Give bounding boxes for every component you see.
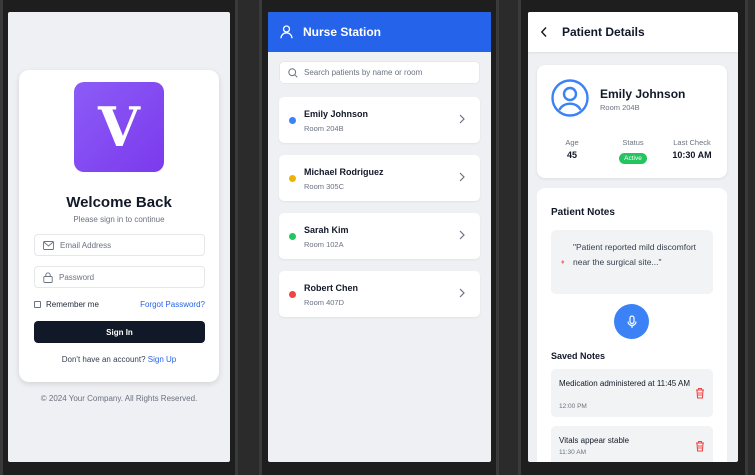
email-placeholder: Email Address	[60, 240, 112, 250]
chevron-right-icon	[459, 114, 465, 124]
email-field[interactable]: Email Address	[34, 234, 205, 256]
saved-note-text: Medication administered at 11:45 AM	[559, 379, 691, 388]
notes-card: Patient Notes ♦ "Patient reported mild d…	[537, 188, 727, 462]
nurse-station-screen: Nurse Station Search patients by name or…	[268, 12, 491, 462]
record-note-button[interactable]	[614, 304, 649, 339]
signup-prompt: Don't have an account? Sign Up	[19, 355, 219, 364]
avatar-icon	[551, 79, 589, 117]
copyright-text: © 2024 Your Company. All Rights Reserved…	[40, 394, 198, 403]
status-badge: Active	[619, 153, 647, 164]
transcription-text: "Patient reported mild discomfort near t…	[573, 242, 697, 267]
status-label: Status	[622, 138, 644, 147]
password-placeholder: Password	[59, 272, 95, 282]
search-placeholder: Search patients by name or room	[304, 68, 423, 77]
patient-name: Michael Rodriguez	[304, 167, 384, 177]
forgot-password-link[interactable]: Forgot Password?	[140, 300, 205, 309]
status-dot	[289, 117, 296, 124]
login-title: Welcome Back	[66, 194, 172, 211]
patient-room: Room 407D	[304, 298, 345, 307]
status-dot	[289, 233, 296, 240]
search-icon	[288, 67, 298, 78]
patient-room: Room 204B	[600, 103, 640, 112]
recording-indicator-icon: ♦	[561, 259, 565, 266]
sign-in-button[interactable]: Sign In	[34, 321, 205, 343]
chevron-right-icon	[459, 288, 465, 298]
saved-note: Medication administered at 11:45 AM 12:0…	[551, 369, 713, 417]
status-dot	[289, 175, 296, 182]
station-title: Nurse Station	[303, 25, 382, 39]
last-check-value: 10:30 AM	[672, 150, 712, 160]
login-card: V Welcome Back Please sign in to continu…	[19, 70, 219, 382]
details-title: Patient Details	[562, 25, 645, 39]
notes-title: Patient Notes	[551, 207, 615, 218]
age-value: 45	[566, 150, 577, 160]
last-check-label: Last Check	[673, 138, 711, 147]
transcription-preview: ♦ "Patient reported mild discomfort near…	[551, 230, 713, 294]
patient-search-input[interactable]: Search patients by name or room	[279, 61, 480, 84]
age-label: Age	[565, 138, 579, 147]
saved-note: Vitals appear stable 11:30 AM	[551, 426, 713, 462]
status-stat: Status Active	[613, 138, 653, 165]
login-subtitle: Please sign in to continue	[73, 215, 165, 224]
patient-card[interactable]: Robert Chen Room 407D	[279, 271, 480, 317]
no-account-text: Don't have an account?	[61, 355, 146, 364]
patient-room: Room 305C	[304, 182, 345, 191]
saved-notes-title: Saved Notes	[551, 351, 606, 361]
back-arrow-icon[interactable]	[540, 26, 548, 38]
mail-icon	[43, 240, 54, 250]
saved-note-time: 11:30 AM	[559, 449, 586, 456]
patient-info-card: Emily Johnson Room 204B Age 45 Status Ac…	[537, 65, 727, 178]
remember-me[interactable]: Remember me	[34, 300, 99, 309]
login-screen: V Welcome Back Please sign in to continu…	[8, 12, 230, 462]
lock-icon	[43, 271, 53, 283]
patient-name: Emily Johnson	[600, 87, 686, 101]
remember-label: Remember me	[46, 300, 99, 309]
chevron-right-icon	[459, 230, 465, 240]
patient-card[interactable]: Michael Rodriguez Room 305C	[279, 155, 480, 201]
patient-name: Sarah Kim	[304, 225, 349, 235]
patient-card[interactable]: Emily Johnson Room 204B	[279, 97, 480, 143]
patient-room: Room 102A	[304, 240, 344, 249]
chevron-right-icon	[459, 172, 465, 182]
patient-name: Robert Chen	[304, 283, 358, 293]
password-field[interactable]: Password	[34, 266, 205, 288]
patient-room: Room 204B	[304, 124, 344, 133]
remember-checkbox[interactable]	[34, 301, 41, 308]
trash-icon[interactable]	[695, 440, 705, 452]
age-stat: Age 45	[557, 138, 587, 160]
patient-name: Emily Johnson	[304, 109, 369, 119]
details-header: Patient Details	[528, 12, 738, 52]
patient-details-screen: Patient Details Emily Johnson Room 204B …	[528, 12, 738, 462]
logo-letter: V	[98, 95, 140, 159]
status-dot	[289, 291, 296, 298]
last-check-stat: Last Check 10:30 AM	[667, 138, 717, 160]
microphone-icon	[626, 314, 637, 328]
user-icon	[280, 25, 293, 39]
saved-note-text: Vitals appear stable	[559, 436, 630, 445]
sign-up-link[interactable]: Sign Up	[148, 355, 176, 364]
trash-icon[interactable]	[695, 387, 705, 399]
station-header: Nurse Station	[268, 12, 491, 52]
saved-note-time: 12:00 PM	[559, 403, 587, 410]
patient-card[interactable]: Sarah Kim Room 102A	[279, 213, 480, 259]
app-logo: V	[74, 82, 164, 172]
